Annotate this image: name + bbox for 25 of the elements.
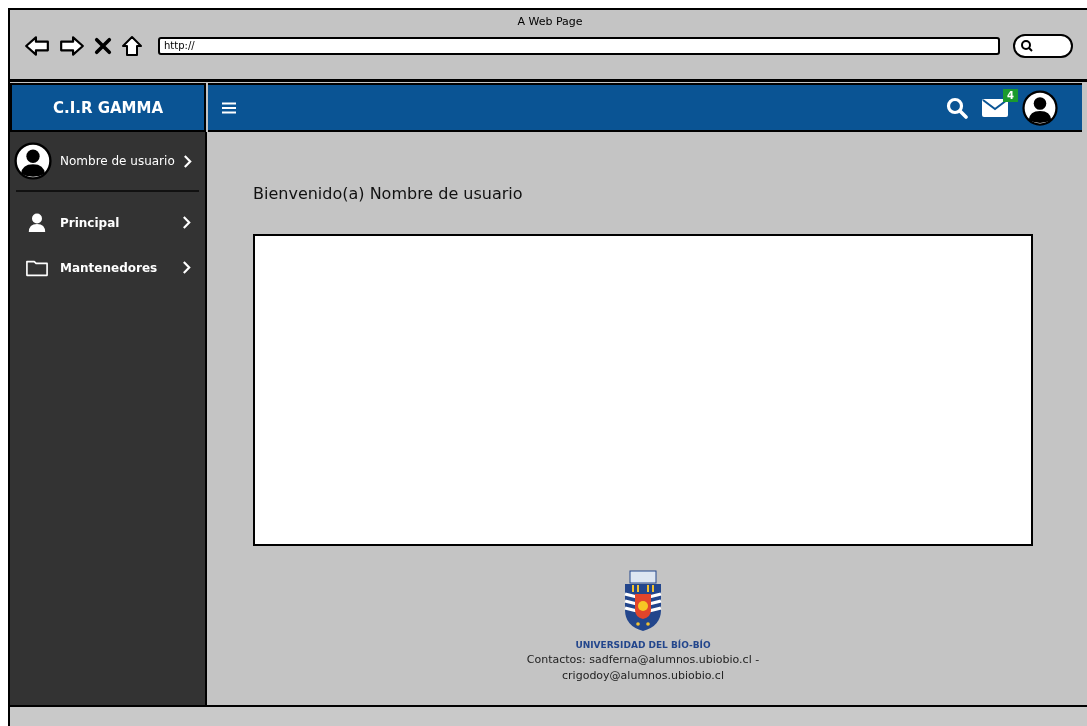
avatar-icon xyxy=(14,142,52,180)
university-name: UNIVERSIDAD DEL BÍO-BÍO xyxy=(575,640,711,650)
close-icon[interactable] xyxy=(94,36,112,56)
back-icon[interactable] xyxy=(24,35,50,57)
brand-title: C.I.R GAMMA xyxy=(10,83,206,132)
university-logo xyxy=(623,570,663,632)
chevron-icon xyxy=(182,154,192,168)
person-icon xyxy=(26,212,48,233)
sidebar-item[interactable]: Mantenedores xyxy=(10,245,205,290)
chevron-icon xyxy=(182,261,191,274)
sidebar-item[interactable]: Principal xyxy=(10,200,205,245)
search-icon[interactable] xyxy=(946,96,968,119)
avatar-icon[interactable] xyxy=(1022,89,1058,126)
search-field[interactable] xyxy=(1013,34,1073,58)
contacts-text: Contactos: sadferna@alumnos.ubiobio.cl - crigodoy@alumnos.ubiobio.cl xyxy=(525,652,761,684)
window-title: A Web Page xyxy=(517,15,583,28)
address-field[interactable]: http:// xyxy=(158,37,1000,55)
menu-icon[interactable] xyxy=(222,101,236,114)
mail-icon[interactable] xyxy=(982,98,1008,117)
user-menu-item[interactable]: Nombre de usuario xyxy=(10,142,205,180)
forward-icon[interactable] xyxy=(59,35,85,57)
notification-badge: 4 xyxy=(1003,88,1018,102)
chevron-icon xyxy=(182,216,191,229)
greeting-text: Bienvenido(a) Nombre de usuario xyxy=(253,184,524,203)
home-icon[interactable] xyxy=(121,35,143,57)
